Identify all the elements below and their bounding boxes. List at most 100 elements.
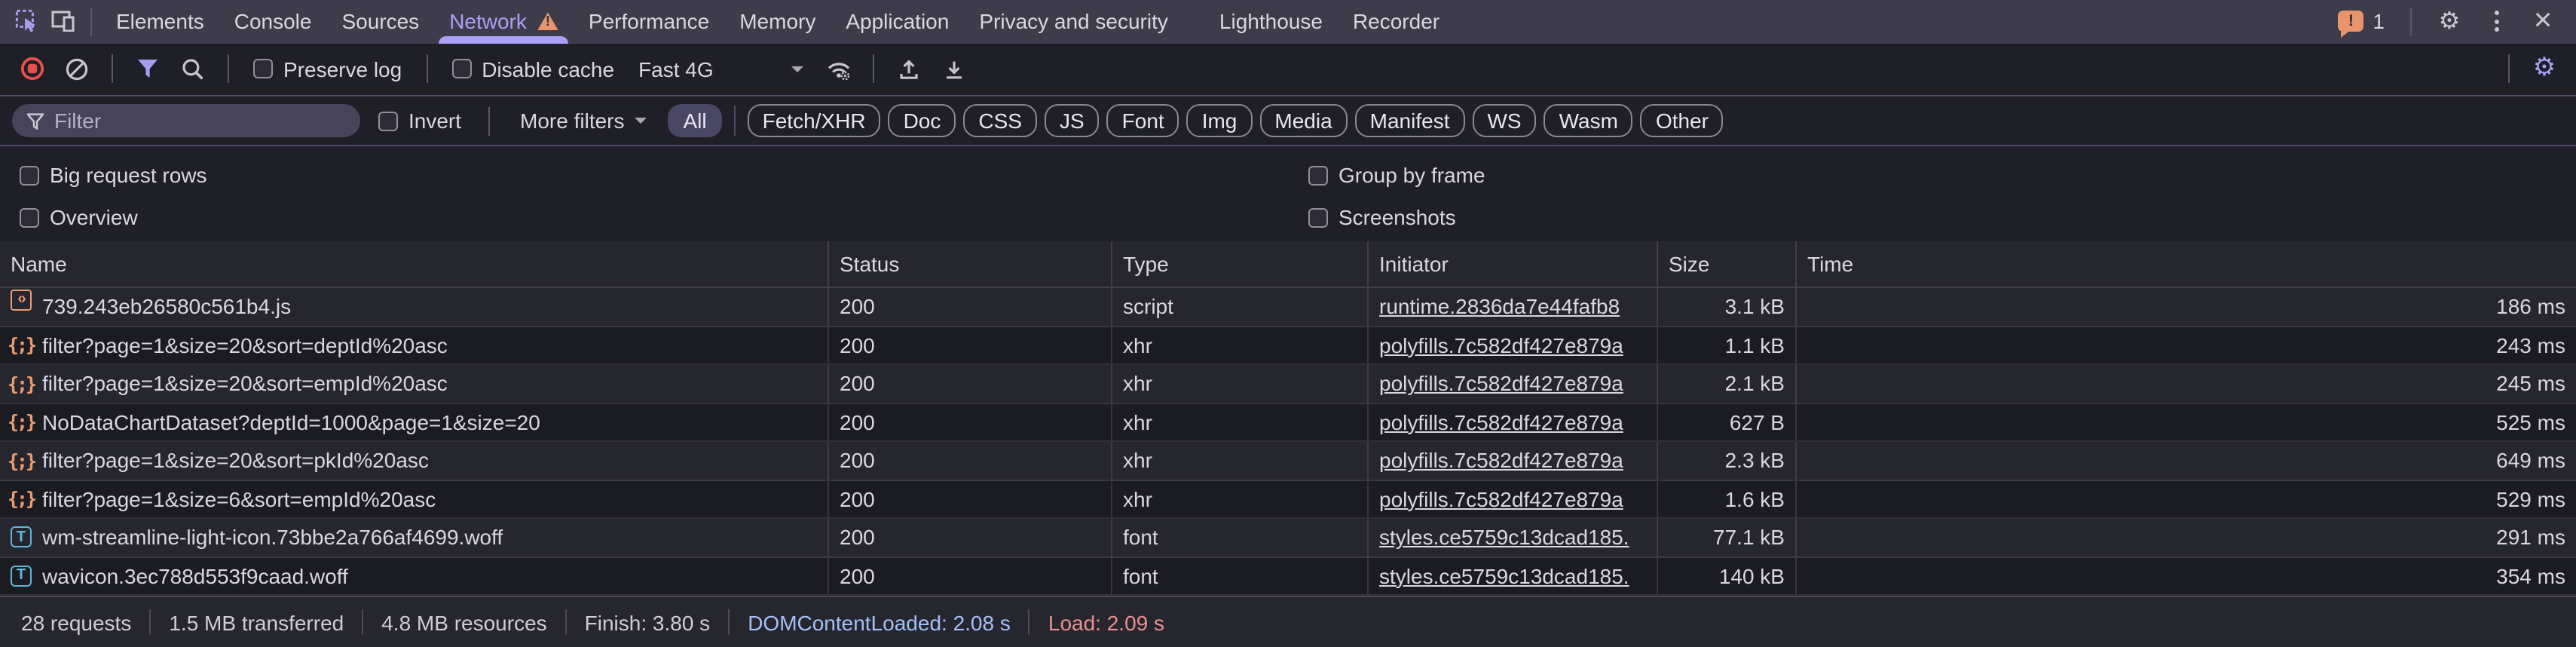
tab-memory[interactable]: Memory — [724, 0, 831, 43]
group-by-frame-toggle[interactable]: Group by frame — [1299, 163, 1495, 187]
request-size: 2.3 kB — [1658, 442, 1797, 479]
initiator-link[interactable]: styles.ce5759c13dcad185. — [1379, 526, 1629, 550]
screenshots-toggle[interactable]: Screenshots — [1299, 205, 1465, 229]
request-name: filter?page=1&size=20&sort=pkId%20asc — [42, 449, 429, 473]
filter-pill-all[interactable]: All — [668, 104, 722, 137]
devtools-network-panel: Elements Console Sources Network ! Perfo… — [0, 0, 2576, 647]
tab-network[interactable]: Network ! — [434, 0, 574, 43]
tab-recorder[interactable]: Recorder — [1338, 0, 1455, 43]
column-header-type[interactable]: Type — [1112, 241, 1369, 287]
toolbar-divider — [2410, 8, 2412, 36]
group-by-frame-label: Group by frame — [1338, 163, 1485, 187]
filter-pill-fetch-xhr[interactable]: Fetch/XHR — [748, 104, 881, 137]
more-options-button[interactable] — [2478, 4, 2514, 40]
table-row[interactable]: {;}filter?page=1&size=20&sort=deptId%20a… — [0, 327, 2576, 365]
chevron-down-icon — [792, 66, 804, 72]
inspect-element-button[interactable] — [9, 4, 45, 40]
resources-size: 4.8 MB resources — [381, 610, 546, 634]
search-button[interactable] — [173, 51, 213, 87]
filter-pill-manifest[interactable]: Manifest — [1355, 104, 1465, 137]
filter-pill-other[interactable]: Other — [1641, 104, 1724, 137]
throttling-select[interactable]: Fast 4G — [629, 57, 813, 81]
filter-input[interactable] — [54, 109, 345, 133]
column-header-initiator[interactable]: Initiator — [1369, 241, 1658, 287]
more-filters-dropdown[interactable]: More filters — [508, 109, 659, 133]
initiator-link[interactable]: polyfills.7c582df427e879a — [1379, 372, 1623, 396]
table-row[interactable]: Twavicon.3ec788d553f9caad.woff 200 font … — [0, 557, 2576, 596]
filter-pill-font[interactable]: Font — [1107, 104, 1179, 137]
issues-button[interactable]: ! 1 — [2332, 10, 2391, 34]
tab-elements[interactable]: Elements — [101, 0, 219, 43]
network-conditions-button[interactable] — [819, 51, 858, 87]
tab-lighthouse[interactable]: Lighthouse — [1204, 0, 1338, 43]
device-toolbar-icon — [51, 11, 75, 32]
column-header-size[interactable]: Size — [1658, 241, 1797, 287]
filter-pill-doc[interactable]: Doc — [889, 104, 956, 137]
tab-performance[interactable]: Performance — [574, 0, 724, 43]
filter-input-wrap — [12, 104, 360, 137]
xhr-file-icon: {;} — [11, 489, 32, 510]
table-row[interactable]: {;}filter?page=1&size=20&sort=pkId%20asc… — [0, 442, 2576, 480]
import-har-button[interactable] — [890, 51, 929, 87]
tab-privacy-and-security[interactable]: Privacy and security — [964, 0, 1183, 43]
record-network-log-button[interactable] — [12, 51, 51, 87]
disable-cache-label: Disable cache — [482, 57, 614, 81]
tab-console[interactable]: Console — [219, 0, 327, 43]
initiator-link[interactable]: styles.ce5759c13dcad185. — [1379, 564, 1629, 588]
filter-pill-ws[interactable]: WS — [1473, 104, 1537, 137]
xhr-file-icon: {;} — [11, 373, 32, 394]
request-type: xhr — [1112, 480, 1369, 517]
overview-checkbox[interactable] — [20, 207, 39, 227]
filter-pill-wasm[interactable]: Wasm — [1544, 104, 1633, 137]
network-settings-button[interactable]: ⚙ — [2525, 51, 2564, 87]
tab-application[interactable]: Application — [831, 0, 964, 43]
request-name: filter?page=1&size=20&sort=deptId%20asc — [42, 333, 448, 357]
toolbar-divider — [873, 55, 875, 84]
font-file-icon: T — [11, 566, 32, 587]
initiator-link[interactable]: polyfills.7c582df427e879a — [1379, 449, 1623, 473]
settings-button[interactable]: ⚙ — [2431, 4, 2467, 40]
filter-pill-css[interactable]: CSS — [963, 104, 1037, 137]
request-type: xhr — [1112, 403, 1369, 440]
preserve-log-toggle[interactable]: Preserve log — [244, 57, 411, 81]
initiator-link[interactable]: runtime.2836da7e44fafb8 — [1379, 295, 1620, 319]
device-toolbar-button[interactable] — [45, 4, 81, 40]
column-header-time[interactable]: Time — [1797, 241, 2576, 287]
toolbar-divider — [228, 55, 229, 84]
statusbar-divider — [362, 609, 363, 635]
disable-cache-checkbox[interactable] — [451, 60, 471, 79]
request-size: 627 B — [1658, 403, 1797, 440]
export-har-button[interactable] — [935, 51, 974, 87]
filter-toggle-button[interactable] — [128, 51, 167, 87]
table-row[interactable]: Twm-streamline-light-icon.73bbe2a766af46… — [0, 519, 2576, 557]
group-by-frame-checkbox[interactable] — [1308, 165, 1328, 185]
big-request-rows-toggle[interactable]: Big request rows — [11, 163, 216, 187]
column-header-name[interactable]: Name — [0, 241, 829, 287]
filter-pill-media[interactable]: Media — [1259, 104, 1347, 137]
initiator-link[interactable]: polyfills.7c582df427e879a — [1379, 487, 1623, 511]
load-time: Load: 2.09 s — [1048, 610, 1164, 634]
issues-icon: ! — [2338, 11, 2363, 32]
network-filterbar: Invert More filters All Fetch/XHR Doc CS… — [0, 97, 2576, 146]
tabbar-right-controls: ! 1 ⚙ × — [2332, 4, 2561, 40]
close-devtools-button[interactable]: × — [2525, 4, 2561, 40]
table-row[interactable]: {;}filter?page=1&size=20&sort=empId%20as… — [0, 365, 2576, 403]
disable-cache-toggle[interactable]: Disable cache — [442, 57, 623, 81]
overview-toggle[interactable]: Overview — [11, 205, 147, 229]
filter-pill-img[interactable]: Img — [1187, 104, 1253, 137]
initiator-link[interactable]: polyfills.7c582df427e879a — [1379, 410, 1623, 434]
invert-toggle[interactable]: Invert — [369, 109, 470, 133]
kebab-menu-icon — [2494, 11, 2498, 32]
preserve-log-checkbox[interactable] — [253, 60, 273, 79]
initiator-link[interactable]: polyfills.7c582df427e879a — [1379, 333, 1623, 357]
table-row[interactable]: ‹›739.243eb26580c561b4.js 200 script run… — [0, 288, 2576, 327]
screenshots-checkbox[interactable] — [1308, 207, 1328, 227]
clear-network-log-button[interactable] — [57, 51, 96, 87]
table-row[interactable]: {;}NoDataChartDataset?deptId=1000&page=1… — [0, 403, 2576, 442]
column-header-status[interactable]: Status — [829, 241, 1112, 287]
table-row[interactable]: {;}filter?page=1&size=6&sort=empId%20asc… — [0, 480, 2576, 519]
filter-pill-js[interactable]: JS — [1045, 104, 1100, 137]
big-request-rows-checkbox[interactable] — [20, 165, 39, 185]
invert-checkbox[interactable] — [378, 111, 398, 130]
tab-sources[interactable]: Sources — [326, 0, 434, 43]
